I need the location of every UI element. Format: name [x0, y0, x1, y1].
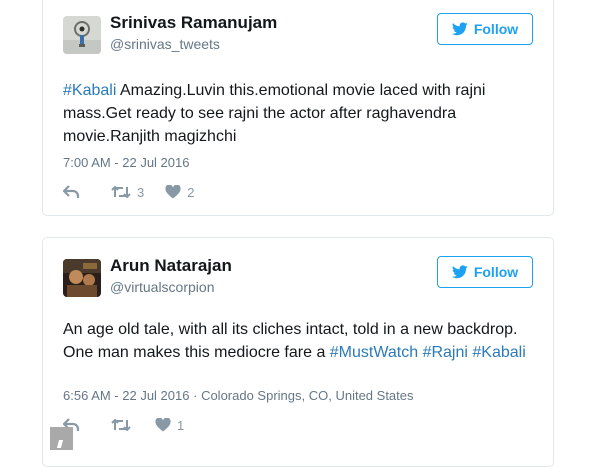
tweet-card: Arun Natarajan @virtualscorpion Follow A…: [42, 237, 554, 467]
user-handle[interactable]: @srinivas_tweets: [110, 36, 220, 52]
like-button[interactable]: 2: [165, 185, 194, 200]
timestamp[interactable]: 7:00 AM - 22 Jul 2016: [63, 155, 189, 170]
retweet-button[interactable]: 3: [111, 185, 144, 200]
avatar[interactable]: [63, 16, 101, 54]
tweet-body: Amazing.Luvin this.emotional movie laced…: [63, 82, 486, 145]
like-count: 2: [187, 184, 195, 200]
corner-watermark: [50, 427, 73, 450]
reply-button[interactable]: [63, 185, 80, 199]
reply-icon: [63, 185, 80, 198]
hashtag-kabali[interactable]: #Kabali: [472, 344, 525, 361]
twitter-bird-icon: [451, 265, 468, 279]
user-name[interactable]: Srinivas Ramanujam: [110, 13, 277, 33]
meta-separator: ·: [193, 388, 202, 403]
tweet-actions: 3 2: [63, 182, 194, 202]
location[interactable]: Colorado Springs, CO, United States: [201, 388, 413, 403]
retweet-count: 3: [137, 184, 145, 200]
user-handle[interactable]: @virtualscorpion: [110, 279, 214, 295]
tweet-meta: 7:00 AM - 22 Jul 2016: [63, 155, 189, 170]
tweet-card: Srinivas Ramanujam @srinivas_tweets Foll…: [42, 0, 554, 216]
like-button[interactable]: 1: [155, 418, 184, 433]
hashtag-kabali[interactable]: #Kabali: [63, 82, 116, 99]
heart-icon: [155, 418, 171, 432]
follow-button[interactable]: Follow: [437, 13, 533, 45]
hashtag-mustwatch[interactable]: #MustWatch: [330, 344, 418, 361]
heart-icon: [165, 185, 181, 199]
tweet-meta: 6:56 AM - 22 Jul 2016 · Colorado Springs…: [63, 388, 414, 403]
retweet-button[interactable]: [111, 418, 131, 432]
timestamp[interactable]: 6:56 AM - 22 Jul 2016: [63, 388, 189, 403]
follow-label: Follow: [473, 264, 519, 280]
retweet-icon: [111, 419, 131, 431]
follow-label: Follow: [473, 21, 519, 37]
user-name[interactable]: Arun Natarajan: [110, 256, 232, 276]
tweet-text: #Kabali Amazing.Luvin this.emotional mov…: [63, 79, 543, 148]
tweet-text: An age old tale, with all its cliches in…: [63, 318, 543, 364]
retweet-icon: [111, 186, 131, 198]
hashtag-rajni[interactable]: #Rajni: [423, 344, 468, 361]
follow-button[interactable]: Follow: [437, 256, 533, 288]
like-count: 1: [177, 417, 185, 433]
twitter-bird-icon: [451, 22, 468, 36]
avatar[interactable]: [63, 259, 101, 297]
tweet-actions: 1: [63, 415, 184, 435]
